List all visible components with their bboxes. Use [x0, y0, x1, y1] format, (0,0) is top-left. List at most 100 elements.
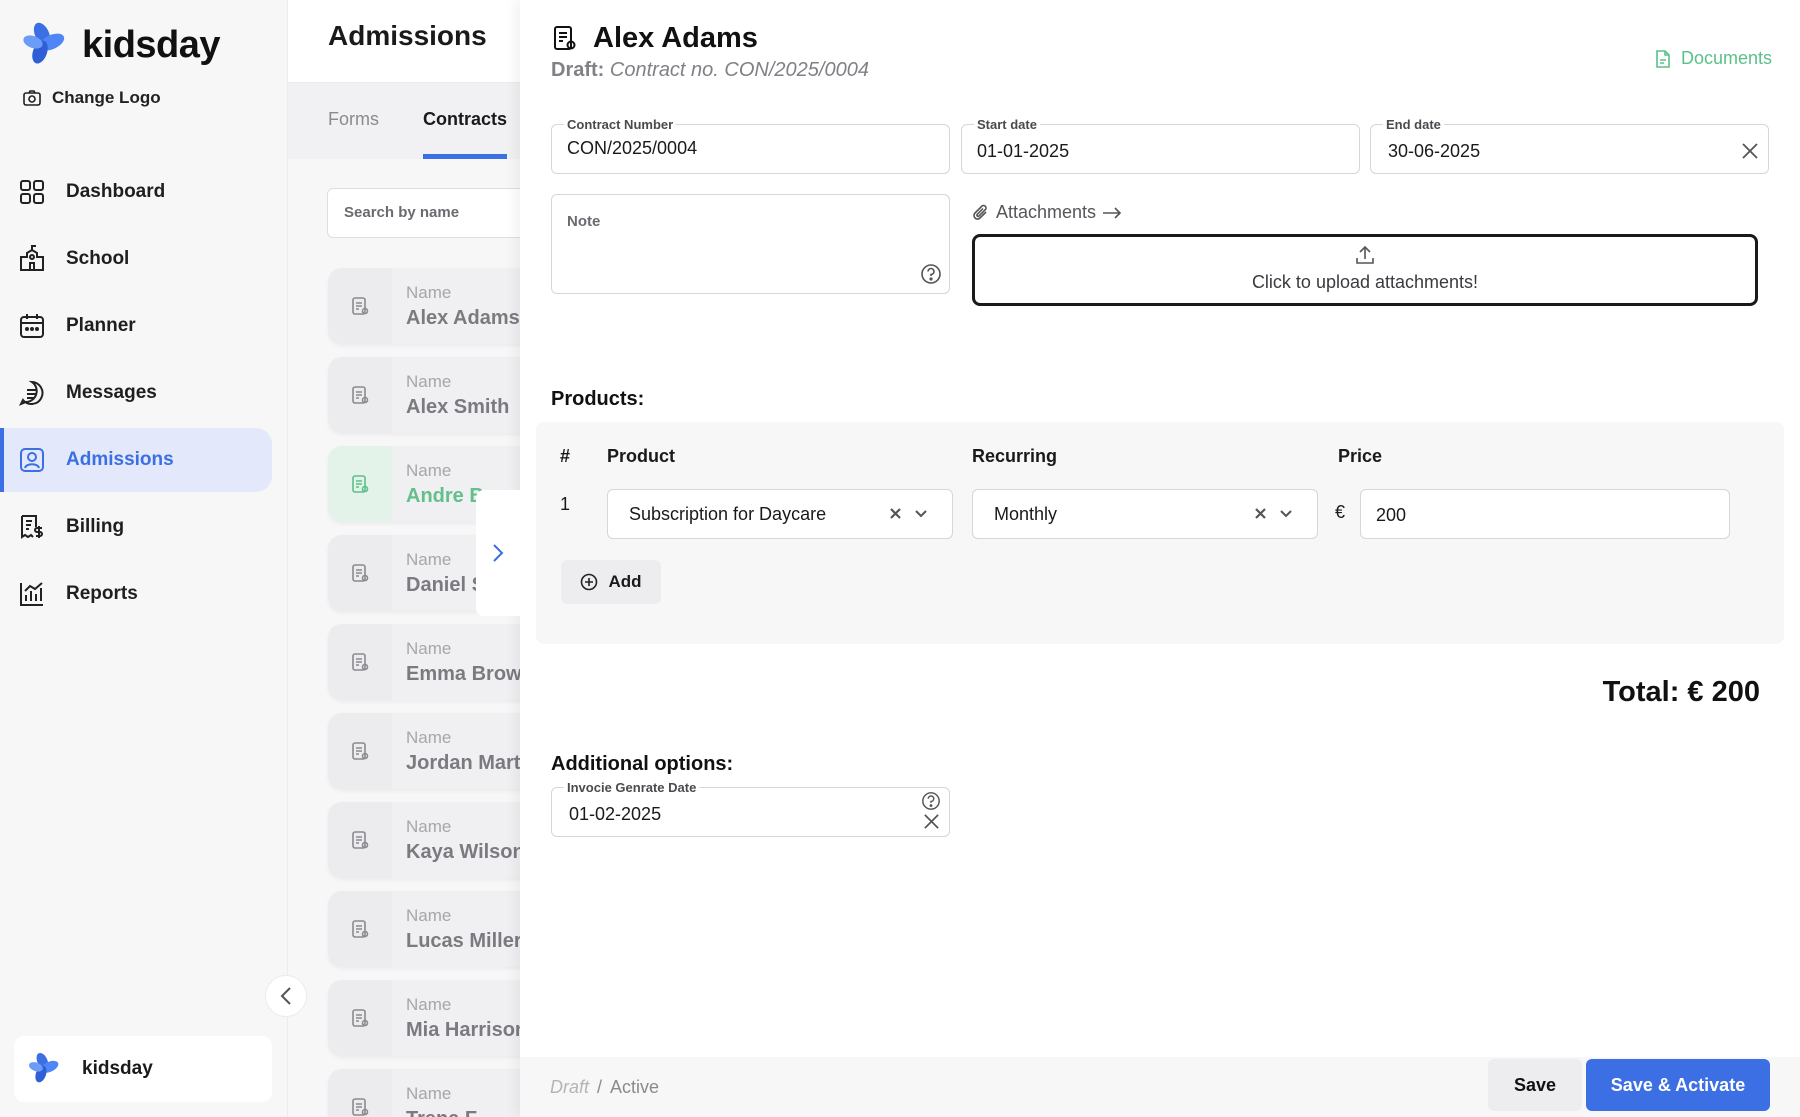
kidsday-logo-icon: [28, 1052, 59, 1083]
add-product-button[interactable]: Add: [561, 560, 661, 604]
product-select[interactable]: Subscription for Daycare: [607, 489, 953, 539]
nav-item-admissions[interactable]: Admissions: [0, 428, 272, 492]
additional-options-heading: Additional options:: [551, 753, 734, 775]
user-badge-icon: [20, 448, 44, 472]
chevron-right-icon: [493, 544, 504, 562]
record-label: Name: [406, 638, 452, 658]
contract-icon: [328, 713, 392, 789]
record-label: Name: [406, 371, 452, 391]
nav-item-school[interactable]: School: [0, 227, 272, 291]
contract-icon: [328, 802, 392, 878]
search-input[interactable]: Search by name: [327, 188, 520, 238]
chevron-down-icon[interactable]: [1279, 509, 1293, 518]
main-nav: Dashboard School Planner Messages Admiss…: [0, 160, 288, 629]
contract-icon: [328, 891, 392, 967]
page-title: Admissions: [328, 20, 487, 51]
billing-icon: [21, 515, 43, 539]
documents-link[interactable]: Documents: [1655, 48, 1772, 69]
upload-text: Click to upload attachments!: [1251, 272, 1479, 292]
price-input[interactable]: 200: [1360, 489, 1730, 539]
clear-icon[interactable]: [889, 507, 902, 520]
nav-item-billing[interactable]: Billing: [0, 495, 272, 559]
clear-icon[interactable]: [923, 813, 940, 830]
list-item[interactable]: Name Emma Brown: [328, 624, 520, 700]
clear-icon[interactable]: [1254, 507, 1267, 520]
documents-label: Documents: [1680, 48, 1772, 68]
field-label: End date: [1383, 117, 1444, 132]
plus-circle-icon: [581, 573, 598, 591]
list-item[interactable]: Name Trena F: [328, 1069, 520, 1117]
record-label: Name: [406, 905, 452, 925]
record-name: Mia Harrison: [406, 1018, 520, 1041]
change-logo-button[interactable]: Change Logo: [22, 88, 161, 108]
record-name: Lucas Miller: [406, 929, 520, 952]
nav-label: Planner: [66, 315, 136, 336]
clear-icon[interactable]: [1741, 142, 1759, 160]
contract-icon: [328, 1069, 392, 1117]
record-label: Name: [406, 282, 452, 302]
row-number: 1: [560, 494, 571, 514]
attachments-label: Attachments: [996, 202, 1097, 222]
field-value: 30-06-2025: [1388, 141, 1481, 161]
tab-contracts[interactable]: Contracts: [423, 83, 508, 159]
calendar-icon: [20, 314, 44, 338]
tab-forms[interactable]: Forms: [328, 83, 379, 159]
list-item[interactable]: Name Alex Adams: [328, 268, 520, 344]
nav-label: Dashboard: [66, 181, 166, 202]
contract-icon: [328, 624, 392, 700]
contract-subtitle: Draft: Contract no. CON/2025/0004: [551, 59, 869, 82]
contract-icon: [554, 25, 576, 50]
list-item[interactable]: Name Alex Smith: [328, 357, 520, 433]
contract-detail-panel: Alex Adams Draft: Contract no. CON/2025/…: [520, 0, 1800, 1117]
status-breadcrumb: Draft / Active: [550, 1077, 659, 1098]
field-label: Start date: [974, 117, 1040, 132]
attachments-link[interactable]: Attachments: [972, 202, 1122, 223]
nav-item-dashboard[interactable]: Dashboard: [0, 160, 272, 224]
start-date-field[interactable]: Start date 01-01-2025: [961, 117, 1360, 174]
invoice-date-field[interactable]: Invocie Genrate Date 01-02-2025: [551, 780, 950, 837]
contract-number-field[interactable]: Contract Number CON/2025/0004: [551, 117, 950, 174]
save-button[interactable]: Save: [1488, 1059, 1582, 1111]
column-header: Product: [607, 446, 676, 466]
help-icon[interactable]: [921, 791, 941, 811]
column-header: Price: [1338, 446, 1383, 466]
nav-item-planner[interactable]: Planner: [0, 294, 272, 358]
upload-icon: [1356, 245, 1374, 264]
brand-name: kidsday: [82, 23, 221, 66]
paperclip-icon: [973, 204, 987, 220]
end-date-field[interactable]: End date 30-06-2025: [1370, 117, 1769, 174]
record-name: Alex Smith: [406, 395, 510, 418]
contract-icon: [328, 268, 392, 344]
column-header: Recurring: [972, 446, 1058, 466]
help-icon[interactable]: [920, 263, 942, 285]
nav-label: Billing: [66, 516, 125, 537]
select-value: Monthly: [994, 504, 1058, 524]
chevron-down-icon[interactable]: [914, 509, 928, 518]
grid-icon: [20, 180, 44, 204]
school-icon: [20, 245, 44, 271]
save-and-activate-button[interactable]: Save & Activate: [1586, 1059, 1770, 1111]
nav-item-messages[interactable]: Messages: [0, 361, 272, 425]
detail-footer: Draft / Active Save Save & Activate: [520, 1057, 1800, 1117]
list-item[interactable]: Name Lucas Miller: [328, 891, 520, 967]
record-name: Jordan Martin: [406, 751, 520, 774]
nav-label: School: [66, 248, 130, 269]
brand-logo[interactable]: kidsday: [22, 20, 221, 70]
list-item[interactable]: Name Mia Harrison: [328, 980, 520, 1056]
record-label: Name: [406, 460, 452, 480]
chart-icon: [20, 582, 43, 606]
nav-label: Admissions: [66, 449, 174, 470]
note-field[interactable]: Note: [551, 194, 950, 294]
collapse-sidebar-button[interactable]: [265, 975, 307, 1017]
sidebar: kidsday Change Logo Dashboard School Pla…: [0, 0, 288, 1117]
field-label: Invocie Genrate Date: [564, 780, 700, 795]
organization-card[interactable]: kidsday: [14, 1036, 272, 1102]
contract-title: Alex Adams: [593, 22, 758, 54]
list-item[interactable]: Name Kaya Wilson: [328, 802, 520, 878]
list-item[interactable]: Name Jordan Martin: [328, 713, 520, 789]
expand-list-button[interactable]: [476, 490, 520, 616]
upload-dropzone[interactable]: Click to upload attachments!: [972, 234, 1758, 306]
nav-item-reports[interactable]: Reports: [0, 562, 272, 626]
recurring-select[interactable]: Monthly: [972, 489, 1318, 539]
record-label: Name: [406, 1083, 452, 1103]
